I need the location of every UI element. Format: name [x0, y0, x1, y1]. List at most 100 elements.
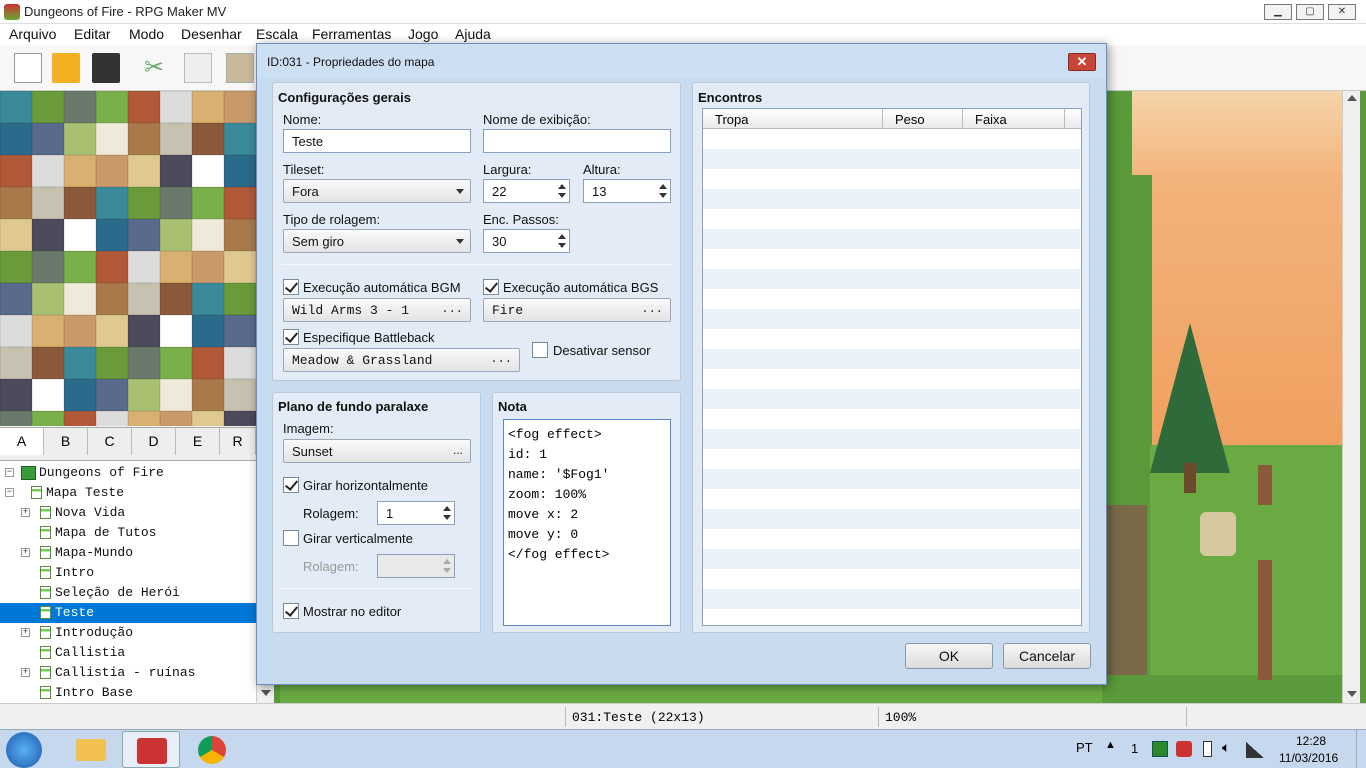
tileset-select[interactable]: Fora: [283, 179, 471, 203]
spin-down-icon[interactable]: [443, 515, 451, 520]
open-folder-icon[interactable]: [52, 53, 80, 83]
bgm-picker[interactable]: Wild Arms 3 - 1...: [283, 298, 471, 322]
spin-down-icon[interactable]: [558, 193, 566, 198]
table-row[interactable]: [703, 269, 1080, 289]
display-name-field[interactable]: [483, 129, 671, 153]
volume-icon[interactable]: 🔈︎: [1222, 739, 1230, 756]
battleback-picker[interactable]: Meadow & Grassland...: [283, 348, 520, 372]
table-row[interactable]: [703, 209, 1080, 229]
show-hidden-icons-icon[interactable]: ▲: [1105, 739, 1116, 751]
width-stepper[interactable]: 22: [483, 179, 570, 203]
battleback-checkbox[interactable]: [283, 329, 299, 345]
scroll-up-icon[interactable]: [1347, 95, 1357, 101]
table-row[interactable]: [703, 389, 1080, 409]
table-row[interactable]: [703, 189, 1080, 209]
menu-arquivo[interactable]: Arquivo: [9, 26, 56, 42]
table-row[interactable]: [703, 489, 1080, 509]
tree-item[interactable]: Seleção de Herói: [0, 583, 256, 603]
scroll-type-select[interactable]: Sem giro: [283, 229, 471, 253]
tree-item[interactable]: Mapa de Tutos: [0, 523, 256, 543]
table-row[interactable]: [703, 229, 1080, 249]
antivirus-icon[interactable]: [1176, 741, 1192, 757]
rpgmaker-taskbar-button[interactable]: [122, 731, 180, 768]
ok-button[interactable]: OK: [905, 643, 993, 669]
paste-icon[interactable]: [226, 53, 254, 83]
cancel-button[interactable]: Cancelar: [1003, 643, 1091, 669]
save-icon[interactable]: [92, 53, 120, 83]
menu-escala[interactable]: Escala: [256, 26, 298, 42]
expand-icon[interactable]: +: [21, 628, 30, 637]
table-row[interactable]: [703, 309, 1080, 329]
tree-item[interactable]: + Introdução: [0, 623, 256, 643]
table-row[interactable]: [703, 429, 1080, 449]
table-row[interactable]: [703, 409, 1080, 429]
tree-item[interactable]: Intro: [0, 563, 256, 583]
cut-icon[interactable]: ✂: [144, 53, 172, 83]
tree-item[interactable]: + Nova Vida: [0, 503, 256, 523]
tree-item[interactable]: Callistia: [0, 643, 256, 663]
tree-item[interactable]: + Callistia - ruínas: [0, 663, 256, 683]
menu-jogo[interactable]: Jogo: [408, 26, 438, 42]
tray-app-icon[interactable]: [1152, 741, 1168, 757]
height-stepper[interactable]: 13: [583, 179, 671, 203]
chrome-taskbar-button[interactable]: [184, 731, 242, 768]
table-row[interactable]: [703, 329, 1080, 349]
menu-desenhar[interactable]: Desenhar: [181, 26, 242, 42]
encounter-steps-stepper[interactable]: 30: [483, 229, 570, 253]
table-row[interactable]: [703, 549, 1080, 569]
table-row[interactable]: [703, 249, 1080, 269]
table-row[interactable]: [703, 149, 1080, 169]
battery-icon[interactable]: [1203, 741, 1212, 757]
tab-d[interactable]: D: [132, 428, 176, 455]
bgs-picker[interactable]: Fire...: [483, 298, 671, 322]
table-row[interactable]: [703, 529, 1080, 549]
expand-icon[interactable]: +: [21, 668, 30, 677]
column-header-troop[interactable]: Tropa: [703, 109, 883, 129]
encounters-table[interactable]: Tropa Peso Faixa: [702, 108, 1082, 626]
show-desktop-button[interactable]: [1356, 730, 1366, 768]
table-row[interactable]: [703, 169, 1080, 189]
show-in-editor-checkbox[interactable]: [283, 603, 299, 619]
disable-dash-checkbox[interactable]: [532, 342, 548, 358]
scroll-down-icon[interactable]: [261, 690, 271, 696]
network-icon[interactable]: [1246, 742, 1264, 758]
scroll-down-icon[interactable]: [1347, 691, 1357, 697]
name-field[interactable]: Teste: [283, 129, 471, 153]
copy-icon[interactable]: [184, 53, 212, 83]
note-textarea[interactable]: <fog effect> id: 1 name: '$Fog1' zoom: 1…: [503, 419, 671, 626]
tree-item[interactable]: Teste: [0, 603, 256, 623]
tab-a[interactable]: A: [0, 428, 44, 455]
spin-down-icon[interactable]: [659, 193, 667, 198]
table-row[interactable]: [703, 589, 1080, 609]
table-row[interactable]: [703, 129, 1080, 149]
loop-horizontal-checkbox[interactable]: [283, 477, 299, 493]
collapse-icon[interactable]: −: [5, 488, 14, 497]
spin-down-icon[interactable]: [558, 243, 566, 248]
close-window-button[interactable]: ✕: [1328, 4, 1356, 20]
maximize-button[interactable]: ▢: [1296, 4, 1324, 20]
language-indicator[interactable]: PT: [1076, 740, 1093, 755]
tab-r[interactable]: R: [220, 428, 256, 455]
column-header-range[interactable]: Faixa: [963, 109, 1065, 129]
table-row[interactable]: [703, 609, 1080, 625]
collapse-icon[interactable]: −: [5, 468, 14, 477]
spin-up-icon[interactable]: [443, 506, 451, 511]
autoplay-bgs-checkbox[interactable]: [483, 279, 499, 295]
table-row[interactable]: [703, 289, 1080, 309]
autoplay-bgm-checkbox[interactable]: [283, 279, 299, 295]
tab-b[interactable]: B: [44, 428, 88, 455]
menu-editar[interactable]: Editar: [74, 26, 111, 42]
menu-ajuda[interactable]: Ajuda: [455, 26, 491, 42]
map-scrollbar[interactable]: [1342, 91, 1360, 703]
explorer-taskbar-button[interactable]: [62, 731, 120, 768]
column-header-weight[interactable]: Peso: [883, 109, 963, 129]
spin-up-icon[interactable]: [659, 184, 667, 189]
expand-icon[interactable]: +: [21, 508, 30, 517]
tree-project-row[interactable]: − Dungeons of Fire: [0, 463, 256, 483]
clock-time[interactable]: 12:28: [1296, 734, 1326, 748]
tree-item[interactable]: Intro Base: [0, 683, 256, 703]
dialog-close-button[interactable]: ✕: [1068, 53, 1096, 71]
menu-modo[interactable]: Modo: [129, 26, 164, 42]
spin-up-icon[interactable]: [558, 234, 566, 239]
tree-item[interactable]: + Mapa-Mundo: [0, 543, 256, 563]
